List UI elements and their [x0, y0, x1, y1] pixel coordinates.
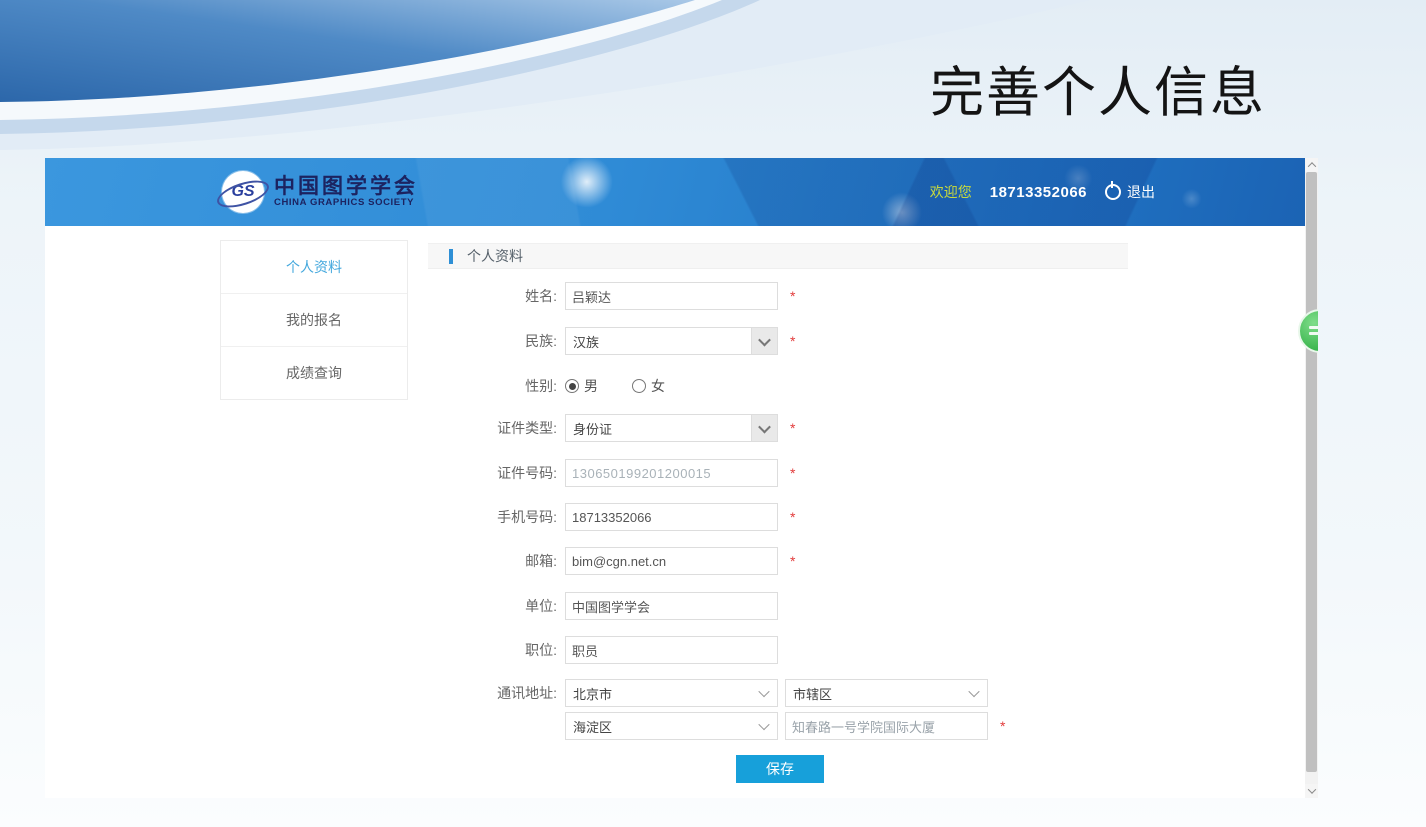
ethnic-value: 汉族	[566, 332, 751, 351]
position-input[interactable]	[565, 636, 778, 664]
company-input[interactable]	[565, 592, 778, 620]
gender-label: 性别:	[415, 372, 557, 400]
gender-option-female[interactable]: 女	[632, 376, 665, 396]
sidebar: 个人资料 我的报名 成绩查询	[220, 240, 408, 400]
logo-name-cn: 中国图学学会	[274, 175, 418, 198]
id-number-label: 证件号码:	[415, 459, 557, 487]
address-label: 通讯地址:	[415, 679, 557, 707]
id-type-select[interactable]: 身份证	[565, 414, 778, 442]
sidebar-item-profile[interactable]: 个人资料	[221, 241, 407, 294]
gender-female-label: 女	[651, 376, 665, 396]
required-marker: *	[790, 327, 795, 355]
logout-label: 退出	[1127, 182, 1155, 202]
address-province-value: 北京市	[566, 684, 760, 703]
phone-input[interactable]	[565, 503, 778, 531]
vertical-scrollbar[interactable]	[1305, 158, 1318, 798]
sidebar-item-registration[interactable]: 我的报名	[221, 294, 407, 347]
power-icon	[1105, 184, 1121, 200]
address-city-select[interactable]: 市辖区	[785, 679, 988, 707]
address-detail-input[interactable]	[785, 712, 988, 740]
company-label: 单位:	[415, 592, 557, 620]
select-arrow-box	[751, 415, 777, 441]
address-province-select[interactable]: 北京市	[565, 679, 778, 707]
position-label: 职位:	[415, 636, 557, 664]
section-title: 个人资料	[467, 246, 523, 266]
chevron-up-icon	[1307, 162, 1315, 170]
required-marker: *	[790, 547, 795, 575]
gender-radio-group: 男 女	[565, 372, 665, 400]
name-input[interactable]	[565, 282, 778, 310]
browser-frame: GS 中国图学学会 CHINA GRAPHICS SOCIETY 欢迎您 187…	[45, 158, 1318, 798]
address-district-select[interactable]: 海淀区	[565, 712, 778, 740]
service-widget-icon[interactable]	[1298, 309, 1318, 353]
header-user-area: 欢迎您 18713352066 退出	[930, 158, 1155, 226]
gender-option-male[interactable]: 男	[565, 376, 598, 396]
cgs-logo-icon: GS	[222, 171, 264, 213]
page-title: 完善个人信息	[930, 48, 1370, 127]
chevron-down-icon	[758, 333, 771, 346]
ethnic-select[interactable]: 汉族	[565, 327, 778, 355]
section-accent-bar	[449, 249, 453, 264]
email-input[interactable]	[565, 547, 778, 575]
scroll-up-button[interactable]	[1305, 158, 1318, 172]
radio-unchecked-icon[interactable]	[632, 379, 646, 393]
site-header: GS 中国图学学会 CHINA GRAPHICS SOCIETY 欢迎您 187…	[45, 158, 1305, 226]
required-marker: *	[790, 414, 795, 442]
chevron-down-icon	[968, 686, 979, 697]
name-label: 姓名:	[415, 282, 557, 310]
scroll-down-button[interactable]	[1305, 784, 1318, 798]
chevron-down-icon	[758, 719, 769, 730]
id-type-label: 证件类型:	[415, 414, 557, 442]
logo-text: 中国图学学会 CHINA GRAPHICS SOCIETY	[274, 175, 418, 209]
gender-male-label: 男	[584, 376, 598, 396]
phone-label: 手机号码:	[415, 503, 557, 531]
sidebar-item-scores[interactable]: 成绩查询	[221, 347, 407, 399]
required-marker: *	[790, 282, 795, 310]
address-city-value: 市辖区	[786, 684, 970, 703]
address-district-value: 海淀区	[566, 717, 760, 736]
site-logo[interactable]: GS 中国图学学会 CHINA GRAPHICS SOCIETY	[222, 171, 418, 213]
section-header: 个人资料	[428, 243, 1128, 269]
welcome-label: 欢迎您	[930, 182, 972, 202]
save-button[interactable]: 保存	[736, 755, 824, 783]
ethnic-label: 民族:	[415, 327, 557, 355]
required-marker: *	[790, 503, 795, 531]
radio-checked-icon[interactable]	[565, 379, 579, 393]
scrollbar-thumb[interactable]	[1306, 172, 1317, 772]
chevron-down-icon	[758, 686, 769, 697]
required-marker: *	[1000, 712, 1005, 740]
logo-ring	[214, 175, 272, 213]
logo-name-en: CHINA GRAPHICS SOCIETY	[274, 198, 418, 208]
id-type-value: 身份证	[566, 419, 751, 438]
chevron-down-icon	[758, 420, 771, 433]
email-label: 邮箱:	[415, 547, 557, 575]
username: 18713352066	[990, 184, 1087, 201]
chevron-down-icon	[1307, 785, 1315, 793]
select-arrow-box	[751, 328, 777, 354]
logout-button[interactable]: 退出	[1105, 182, 1155, 202]
id-number-input[interactable]	[565, 459, 778, 487]
required-marker: *	[790, 459, 795, 487]
